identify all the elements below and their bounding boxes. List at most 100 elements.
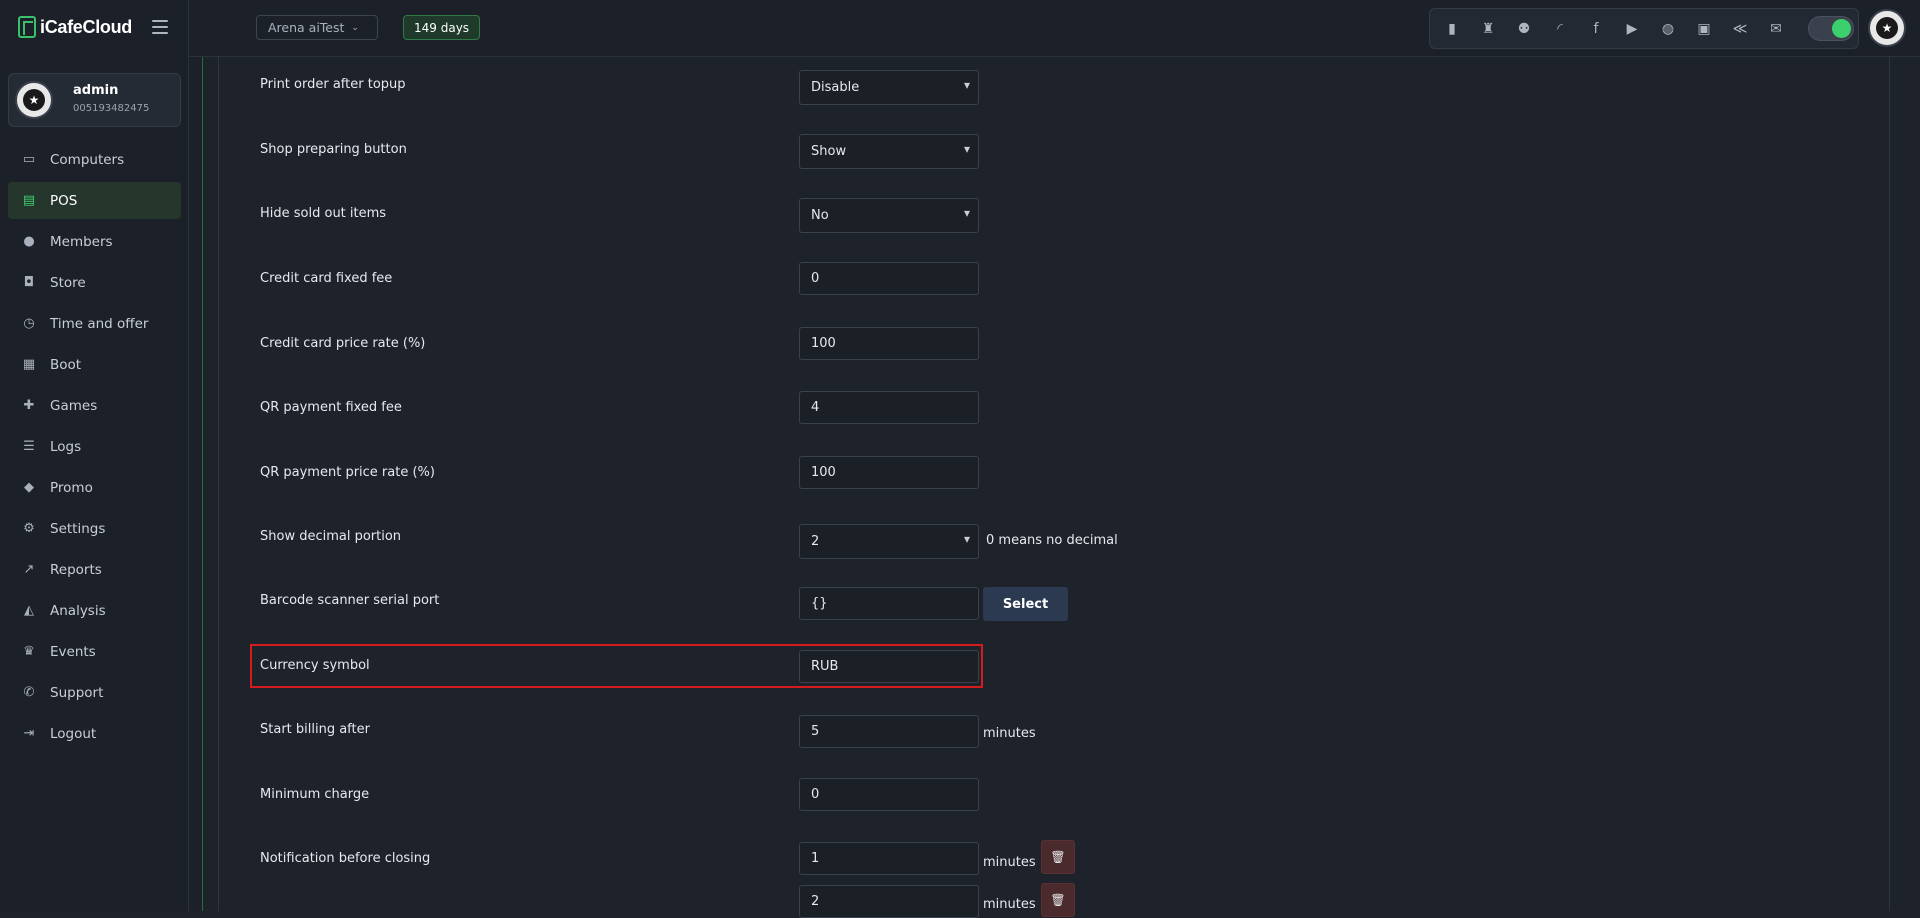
chart-line-icon: ↗ — [23, 562, 35, 577]
user-name: admin — [73, 83, 119, 98]
sidebar-item-label: Logout — [50, 725, 97, 742]
avatar: ★ — [15, 81, 53, 119]
setting-label: QR payment fixed fee — [260, 400, 402, 415]
sidebar-item-computers[interactable]: ▭ Computers — [8, 141, 181, 178]
pos-icon: ▤ — [22, 193, 36, 208]
currency-highlight-box — [250, 644, 983, 688]
sidebar-item-label: Boot — [50, 356, 82, 373]
sidebar: iCafeCloud ★ admin 005193482475 ▭ Compute… — [0, 0, 189, 911]
qr-fixed-fee-input[interactable]: 4 — [799, 391, 979, 424]
decimal-select[interactable]: 2 — [799, 524, 979, 559]
setting-label: QR payment price rate (%) — [260, 465, 435, 480]
gear-icon: ⚙ — [23, 521, 35, 536]
sidebar-item-label: POS — [50, 192, 78, 209]
sidebar-item-promo[interactable]: ◆ Promo — [8, 469, 181, 506]
mail-icon[interactable]: ✉ — [1766, 19, 1786, 39]
trash-icon: 🗑 — [1050, 850, 1066, 864]
rss-icon[interactable]: ◜ — [1550, 19, 1570, 39]
cc-fixed-fee-input[interactable]: 0 — [799, 262, 979, 295]
sidebar-item-settings[interactable]: ⚙ Settings — [8, 510, 181, 547]
facebook-icon[interactable]: f — [1586, 19, 1606, 39]
trophy-icon[interactable]: ♜ — [1478, 19, 1498, 39]
barcode-port-input[interactable]: {} — [799, 587, 979, 620]
sidebar-item-logout[interactable]: ⇥ Logout — [8, 715, 181, 752]
shop-preparing-select[interactable]: Show — [799, 134, 979, 169]
setting-label: Print order after topup — [260, 77, 406, 92]
sidebar-item-label: Members — [50, 233, 113, 250]
monitor-icon: ▭ — [22, 152, 36, 167]
print-order-select[interactable]: Disable — [799, 70, 979, 105]
shop-selector[interactable]: Arena aiTest ⌄ — [256, 15, 378, 40]
cc-price-rate-input[interactable]: 100 — [799, 327, 979, 360]
delete-notification-button[interactable]: 🗑 — [1041, 840, 1075, 874]
sidebar-item-label: Time and offer — [50, 315, 149, 332]
setting-label: Shop preparing button — [260, 142, 407, 157]
trash-icon: 🗑 — [1050, 893, 1066, 907]
qr-price-rate-input[interactable]: 100 — [799, 456, 979, 489]
user-card[interactable]: ★ admin 005193482475 — [8, 73, 181, 127]
pos-settings-panel: Print order after topup Disable Shop pre… — [218, 57, 1890, 918]
delete-notification-button[interactable]: 🗑 — [1041, 883, 1075, 917]
sidebar-item-pos[interactable]: ▤ POS — [8, 182, 181, 219]
sidebar-item-store[interactable]: ◘ Store — [8, 264, 181, 301]
app-logo[interactable]: iCafeCloud — [18, 16, 132, 38]
quick-links-tray: ▮ ♜ ⚉ ◜ f ▶ ◍ ▣ ≪ ✉ — [1429, 8, 1859, 49]
top-header: Arena aiTest ⌄ 149 days ▮ ♜ ⚉ ◜ f ▶ ◍ ▣ … — [189, 0, 1920, 57]
handshake-icon[interactable]: ≪ — [1730, 19, 1750, 39]
gamepad-icon: ✚ — [23, 398, 35, 413]
icafe-logo-icon — [18, 16, 36, 38]
sidebar-item-games[interactable]: ✚ Games — [8, 387, 181, 424]
sidebar-item-events[interactable]: ♛ Events — [8, 633, 181, 670]
sidebar-item-boot[interactable]: ▦ Boot — [8, 346, 181, 383]
store-icon: ◘ — [23, 275, 35, 290]
sidebar-item-analysis[interactable]: ◭ Analysis — [8, 592, 181, 629]
icafe-icon[interactable]: ▣ — [1694, 19, 1714, 39]
hide-sold-out-select[interactable]: No — [799, 198, 979, 233]
globe-icon[interactable]: ◍ — [1658, 19, 1678, 39]
setting-label: Minimum charge — [260, 787, 370, 802]
phone-icon: ✆ — [23, 685, 35, 700]
setting-label: Start billing after — [260, 722, 370, 737]
tag-icon: ◆ — [24, 480, 34, 495]
sidebar-item-members[interactable]: ● Members — [8, 223, 181, 260]
sidebar-item-label: Logs — [50, 438, 82, 455]
shop-name: Arena aiTest — [268, 20, 345, 35]
timer-icon: ◷ — [23, 316, 35, 331]
user-id: 005193482475 — [73, 103, 150, 114]
sidebar-item-label: Promo — [50, 479, 93, 496]
sidebar-item-label: Games — [50, 397, 98, 414]
sidebar-item-label: Support — [50, 684, 104, 701]
list-icon: ☰ — [23, 439, 35, 454]
logo-text: iCafeCloud — [40, 16, 133, 37]
sidebar-item-time-and-offer[interactable]: ◷ Time and offer — [8, 305, 181, 342]
min-charge-input[interactable]: 0 — [799, 778, 979, 811]
notification-minutes-input[interactable]: 1 — [799, 842, 979, 875]
theme-toggle[interactable] — [1808, 16, 1854, 41]
sidebar-item-reports[interactable]: ↗ Reports — [8, 551, 181, 588]
minutes-label: minutes — [983, 855, 1036, 870]
sidebar-item-support[interactable]: ✆ Support — [8, 674, 181, 711]
sidebar-item-logs[interactable]: ☰ Logs — [8, 428, 181, 465]
windows-icon: ▦ — [22, 357, 36, 372]
notification-minutes-input[interactable]: 2 — [799, 885, 979, 918]
analysis-icon: ◭ — [24, 603, 34, 618]
minutes-label: minutes — [983, 726, 1036, 741]
sidebar-item-label: Settings — [50, 520, 106, 537]
sidebar-item-label: Analysis — [50, 602, 106, 619]
sidebar-item-label: Events — [50, 643, 96, 660]
sidebar-accent — [189, 57, 203, 911]
leaderboard-icon[interactable]: ▮ — [1442, 19, 1462, 39]
sidebar-item-label: Store — [50, 274, 86, 291]
crown-icon: ♛ — [23, 644, 35, 659]
header-avatar[interactable]: ★ — [1868, 9, 1906, 47]
setting-label: Barcode scanner serial port — [260, 593, 440, 608]
start-billing-input[interactable]: 5 — [799, 715, 979, 748]
youtube-icon[interactable]: ▶ — [1622, 19, 1642, 39]
menu-toggle-icon[interactable] — [152, 20, 168, 34]
group-icon[interactable]: ⚉ — [1514, 19, 1534, 39]
sidebar-nav: ▭ Computers ▤ POS ● Members ◘ Store ◷ Time an… — [8, 141, 181, 756]
decimal-hint: 0 means no decimal — [986, 533, 1118, 548]
setting-label: Credit card fixed fee — [260, 271, 393, 286]
sidebar-item-label: Reports — [50, 561, 102, 578]
select-port-button[interactable]: Select — [983, 587, 1068, 621]
